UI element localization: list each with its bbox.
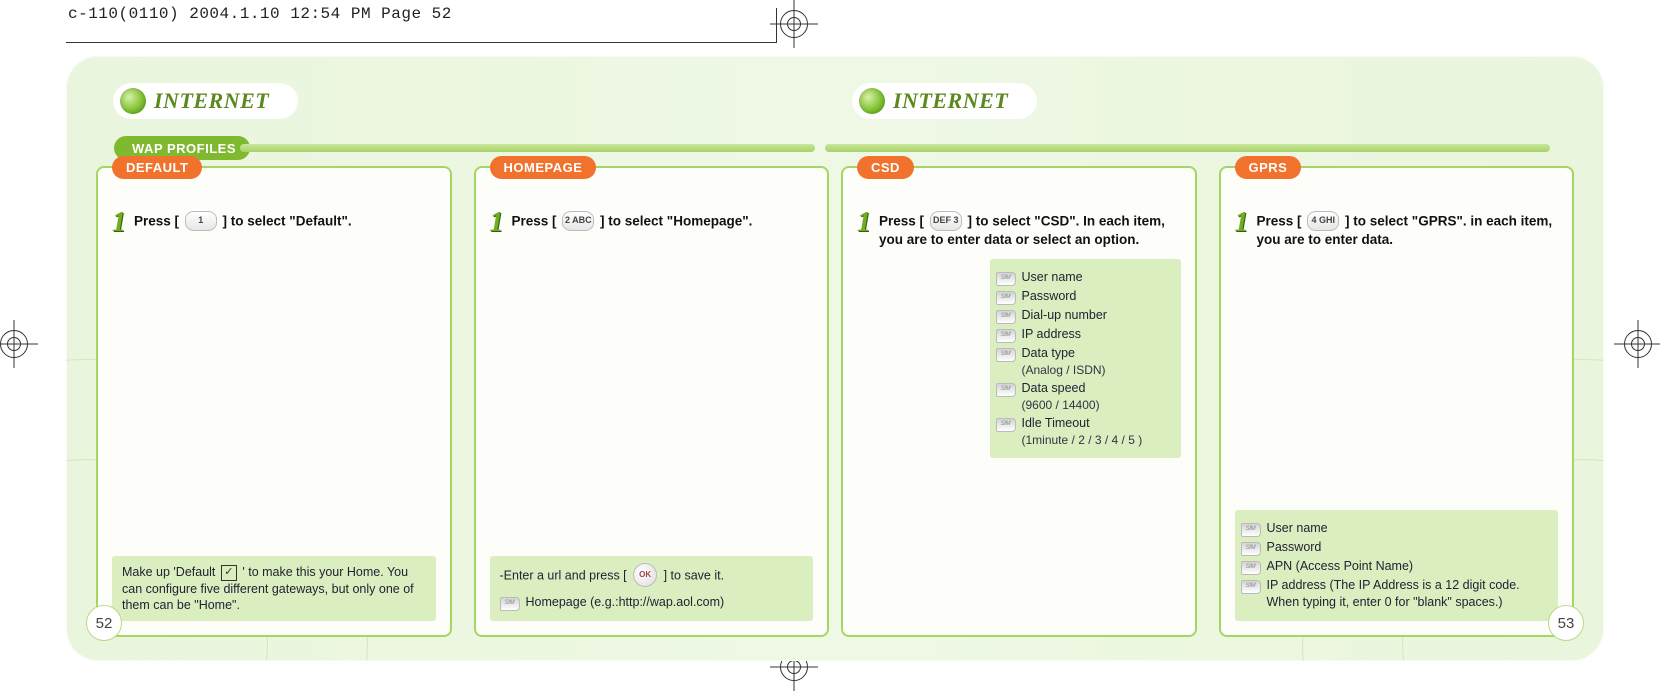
registration-mark — [0, 320, 38, 368]
section-ribbon: WAP PROFILES — [114, 136, 821, 160]
page-number: 52 — [86, 605, 122, 641]
step-text: Press [ DEF 3 ] to select "CSD". In each… — [879, 212, 1181, 249]
list-item: Idle Timeout — [1022, 416, 1090, 430]
keycap-1-icon: 1 — [185, 211, 217, 231]
step-number-icon: 1 — [857, 212, 871, 234]
checkbox-icon: ✓ — [221, 565, 237, 581]
card-csd: CSD 1 Press [ DEF 3 ] to select "CSD". I… — [841, 166, 1197, 637]
card-heading: HOMEPAGE — [490, 156, 597, 179]
section-ribbon — [835, 136, 1556, 160]
chapter-heading: INTERNET — [114, 84, 297, 118]
card-gprs: GPRS 1 Press [ 4 GHI ] to select "GPRS".… — [1219, 166, 1575, 637]
list-item: Data speed — [1022, 381, 1086, 395]
option-list: SIM User name SIM Password SIM Dial-up numb… — [990, 259, 1181, 458]
list-item-sub: (9600 / 14400) — [1022, 397, 1100, 413]
sim-icon: SIM — [500, 597, 520, 611]
sim-icon: SIM — [1241, 542, 1261, 556]
sim-icon: SIM — [996, 383, 1016, 397]
list-item: Dial-up number — [1022, 308, 1107, 322]
list-item: IP address — [1022, 327, 1082, 341]
list-item-sub: (Analog / ISDN) — [1022, 362, 1106, 378]
page-number: 53 — [1548, 605, 1584, 641]
chapter-dot-icon — [120, 88, 146, 114]
step-text: Press [ 1 ] to select "Default". — [134, 212, 352, 232]
info-note: Make up 'Default ✓ ' to make this your H… — [112, 556, 436, 621]
ok-key-icon: OK — [633, 563, 657, 587]
keycap-4-icon: 4 GHI — [1307, 211, 1339, 231]
chapter-heading: INTERNET — [853, 84, 1036, 118]
sim-icon: SIM — [996, 291, 1016, 305]
sim-icon: SIM — [996, 418, 1016, 432]
sim-icon: SIM — [996, 329, 1016, 343]
card-default: DEFAULT 1 Press [ 1 ] to select "Default… — [96, 166, 452, 637]
list-item: User name — [1267, 521, 1328, 535]
sim-icon: SIM — [996, 348, 1016, 362]
step-number-icon: 1 — [112, 212, 126, 234]
chapter-title: INTERNET — [893, 88, 1008, 114]
step-text: Press [ 2 ABC ] to select "Homepage". — [512, 212, 753, 232]
chapter-title: INTERNET — [154, 88, 269, 114]
list-item: APN (Access Point Name) — [1267, 559, 1414, 573]
option-list: SIM User name SIM Password SIM APN (Access … — [1235, 510, 1559, 621]
list-item: Password — [1267, 540, 1322, 554]
list-item: Homepage (e.g.:http://wap.aol.com) — [526, 594, 725, 610]
list-item: Data type — [1022, 346, 1076, 360]
keycap-3-icon: DEF 3 — [930, 211, 962, 231]
sim-icon: SIM — [1241, 523, 1261, 537]
sim-icon: SIM — [996, 310, 1016, 324]
registration-mark — [1614, 320, 1660, 368]
card-homepage: HOMEPAGE 1 Press [ 2 ABC ] to select "Ho… — [474, 166, 830, 637]
keycap-2-icon: 2 ABC — [562, 211, 594, 231]
list-item: IP address (The IP Address is a 12 digit… — [1267, 578, 1520, 609]
sim-icon: SIM — [996, 272, 1016, 286]
registration-mark — [770, 0, 818, 48]
chapter-dot-icon — [859, 88, 885, 114]
sim-icon: SIM — [1241, 561, 1261, 575]
list-item-sub: (1minute / 2 / 3 / 4 / 5 ) — [1022, 432, 1143, 448]
step-number-icon: 1 — [1235, 212, 1249, 234]
card-heading: CSD — [857, 156, 914, 179]
step-text: Press [ 4 GHI ] to select "GPRS". in eac… — [1257, 212, 1559, 249]
sim-icon: SIM — [1241, 580, 1261, 594]
list-item: User name — [1022, 270, 1083, 284]
info-note: -Enter a url and press [ OK ] to save it… — [490, 556, 814, 621]
list-item: Password — [1022, 289, 1077, 303]
print-stamp: c-110(0110) 2004.1.10 12:54 PM Page 52 — [68, 5, 452, 23]
card-heading: GPRS — [1235, 156, 1302, 179]
card-heading: DEFAULT — [112, 156, 202, 179]
step-number-icon: 1 — [490, 212, 504, 234]
